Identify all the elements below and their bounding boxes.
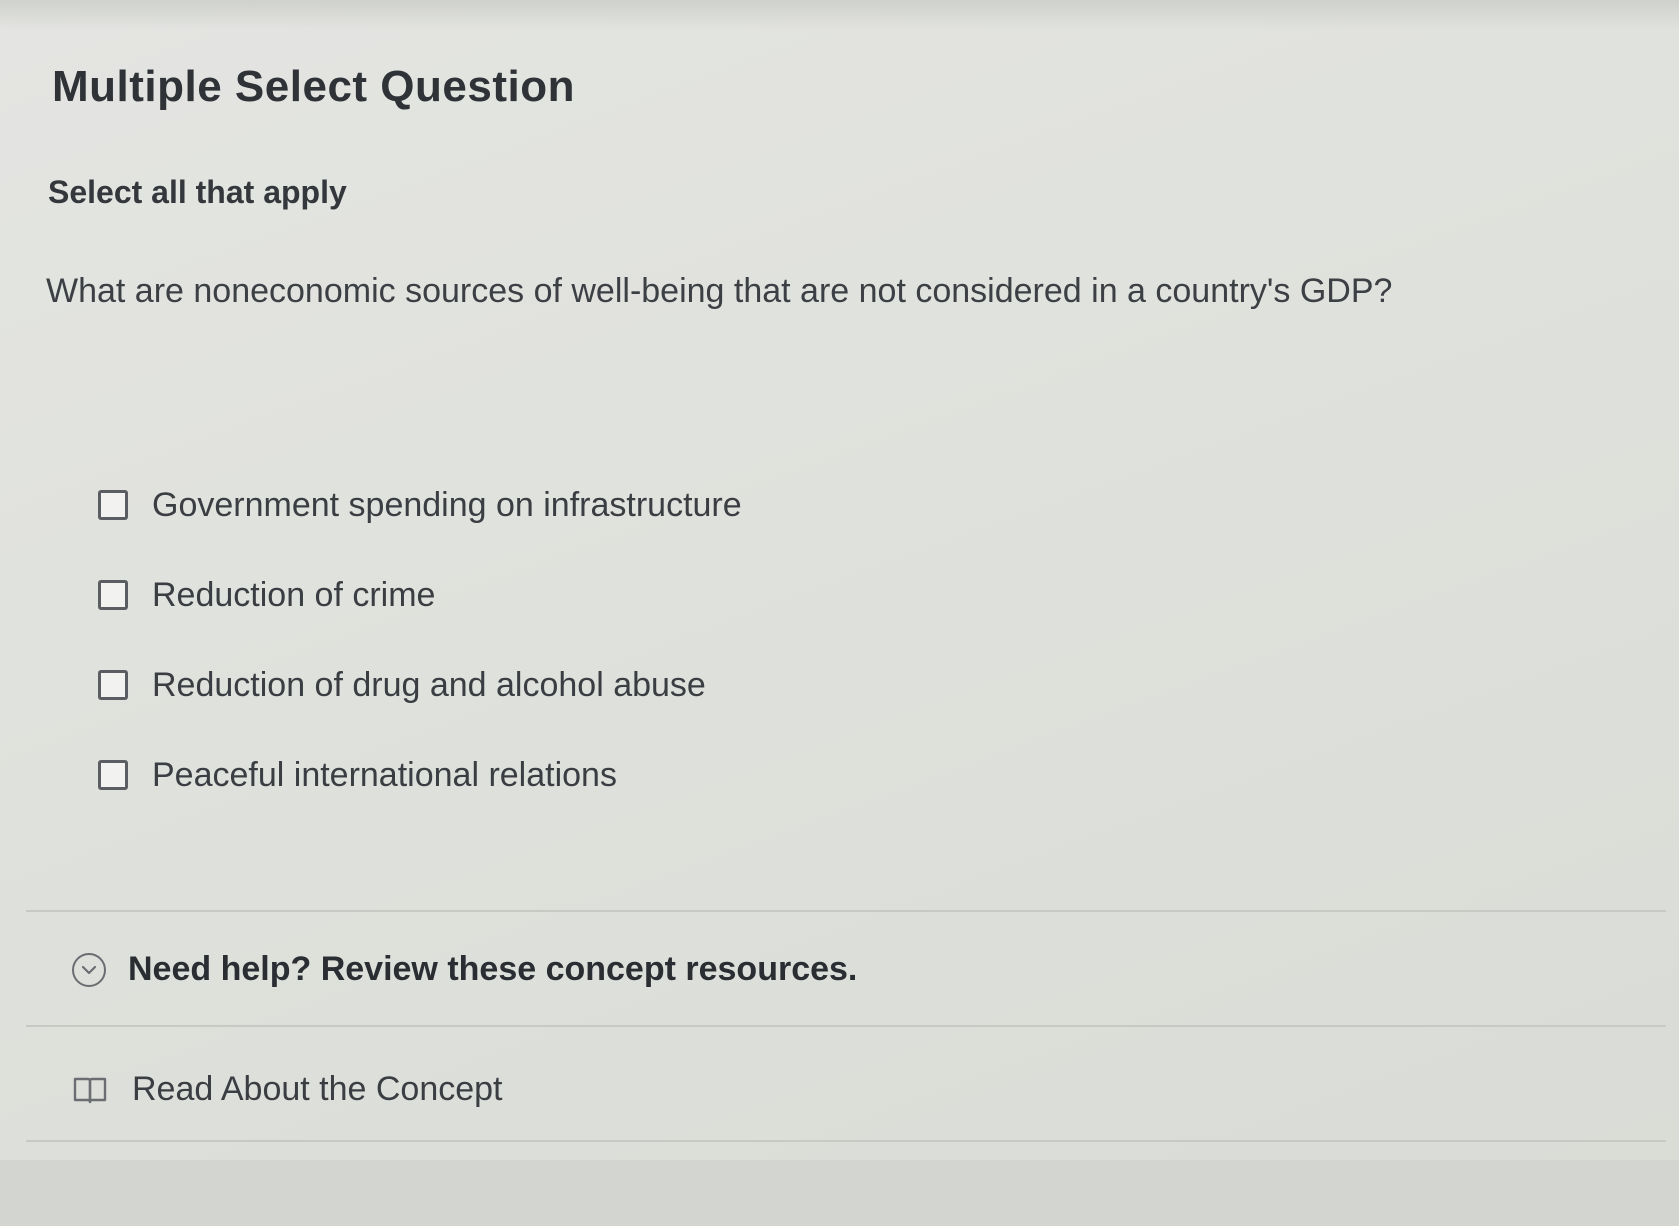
answer-checkbox[interactable] [98,580,128,610]
question-prompt: What are noneconomic sources of well-bei… [46,272,1393,310]
answer-options: Government spending on infrastructure Re… [98,460,742,820]
answer-option[interactable]: Peaceful international relations [98,730,742,820]
read-about-concept-link[interactable]: Read About the Concept [70,1070,503,1109]
help-section-top-divider [26,910,1666,912]
answer-option-label: Peaceful international relations [152,755,617,794]
answer-option[interactable]: Government spending on infrastructure [98,460,742,550]
help-section-middle-divider [26,1025,1666,1027]
instruction-text: Select all that apply [48,174,347,210]
answer-option-label: Reduction of drug and alcohol abuse [152,665,706,704]
concept-resources-toggle[interactable]: Need help? Review these concept resource… [72,950,857,989]
question-page: Multiple Select Question Select all that… [0,0,1679,1226]
answer-option-label: Government spending on infrastructure [152,485,742,524]
book-icon [70,1073,110,1107]
chevron-down-circle-icon [72,952,106,987]
concept-resources-toggle-label: Need help? Review these concept resource… [128,950,858,988]
answer-checkbox[interactable] [98,490,128,520]
top-edge [0,0,1679,30]
answer-option[interactable]: Reduction of crime [98,550,742,640]
bottom-strip [0,1160,1679,1226]
answer-checkbox[interactable] [98,760,128,790]
read-about-concept-label: Read About the Concept [132,1070,503,1108]
answer-checkbox[interactable] [98,670,128,700]
help-section-bottom-divider [26,1140,1666,1142]
answer-option[interactable]: Reduction of drug and alcohol abuse [98,640,742,730]
question-type-heading: Multiple Select Question [52,62,575,111]
answer-option-label: Reduction of crime [152,575,436,614]
